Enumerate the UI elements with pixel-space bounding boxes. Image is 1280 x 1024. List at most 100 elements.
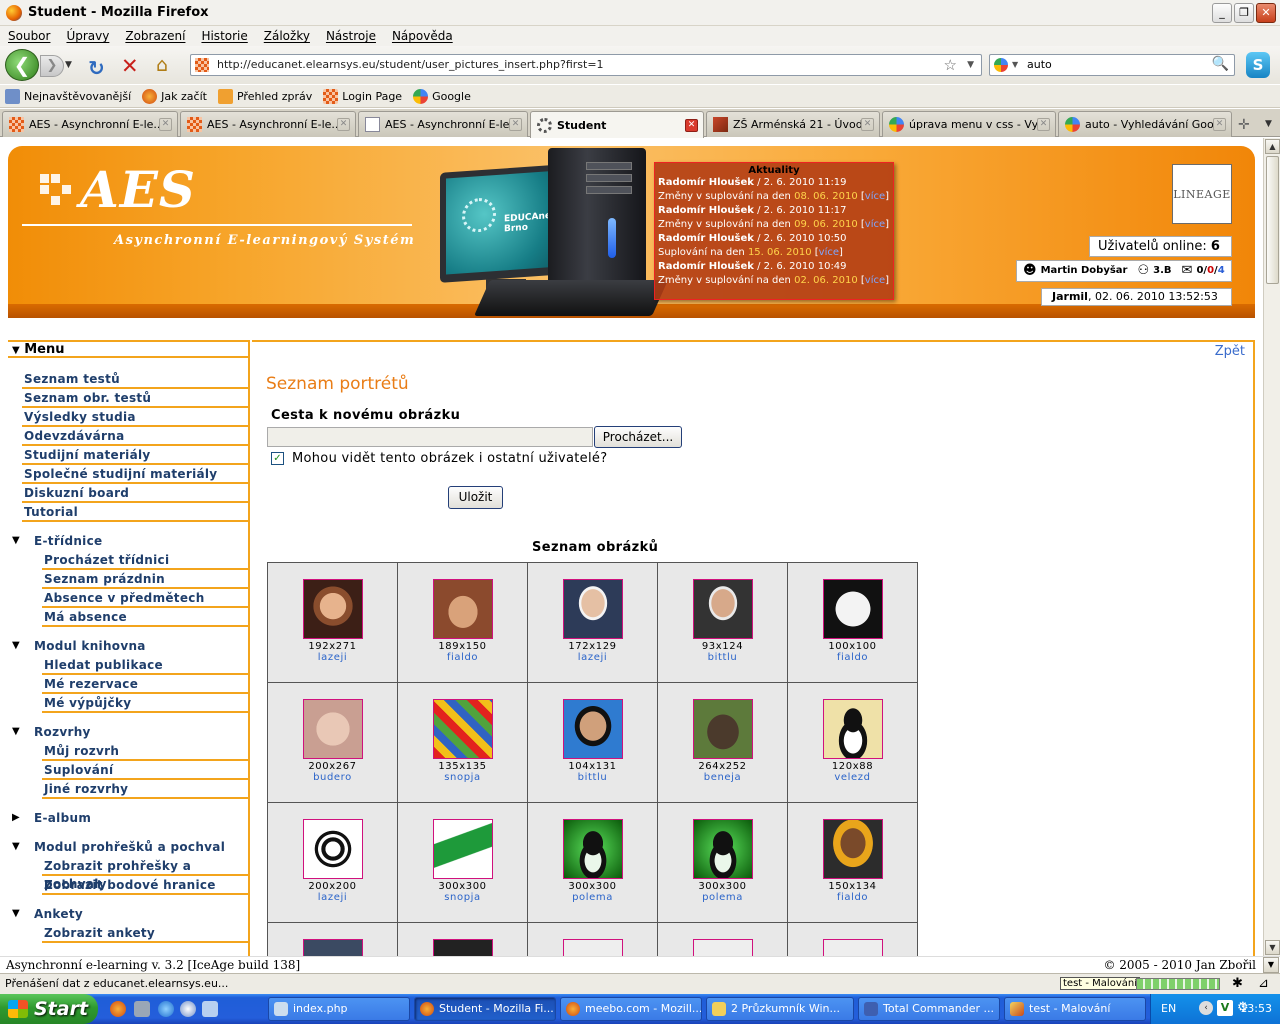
menu-group-modul-knihovna[interactable]: ▼ Modul knihovna [8, 637, 250, 656]
menu-zobrazeni[interactable]: Zobrazení [117, 29, 193, 43]
menu-group-e-album[interactable]: ▶ E-album [8, 809, 250, 828]
expand-triangle-icon[interactable]: ▼ [12, 532, 20, 550]
menu-item-jine-rozvrhy[interactable]: Jiné rozvrhy [42, 780, 250, 799]
menu-item-vysledky-studia[interactable]: Výsledky studia [22, 408, 250, 427]
task-paint[interactable]: test - Malování [1004, 997, 1146, 1021]
portrait-thumbnail[interactable] [822, 819, 883, 879]
expand-triangle-icon[interactable]: ▼ [12, 637, 20, 655]
task-explorer-group[interactable]: 2 Průzkumník Win... [706, 997, 854, 1021]
image-owner-link[interactable]: budero [268, 772, 397, 783]
image-owner-link[interactable]: snopja [398, 892, 527, 903]
image-owner-link[interactable]: fialdo [398, 652, 527, 663]
menu-nastroje[interactable]: Nástroje [318, 29, 384, 43]
image-owner-link[interactable]: polema [658, 892, 787, 903]
portrait-thumbnail[interactable] [822, 699, 883, 759]
url-dropdown-icon[interactable]: ▼ [967, 60, 974, 70]
clock[interactable]: 13:53 [1240, 1002, 1272, 1015]
portrait-thumbnail[interactable] [562, 819, 623, 879]
image-owner-link[interactable]: lazeji [268, 892, 397, 903]
tab-aes-2[interactable]: AES - Asynchronní E-le... ✕ [180, 111, 356, 137]
portrait-thumbnail[interactable] [302, 819, 363, 879]
tab-close-icon[interactable]: ✕ [509, 118, 522, 131]
resize-grip-icon[interactable]: ⊿ [1258, 976, 1269, 991]
image-owner-link[interactable]: snopja [398, 772, 527, 783]
tab-close-icon[interactable]: ✕ [159, 118, 172, 131]
url-bar[interactable]: http://educanet.elearnsys.eu/student/use… [190, 54, 982, 76]
language-indicator[interactable]: EN [1161, 1002, 1176, 1015]
vertical-scrollbar[interactable]: ▲ ▼ [1263, 138, 1280, 956]
quicklaunch-firefox-icon[interactable] [110, 1001, 126, 1017]
addon-icon[interactable]: ✱ [1232, 976, 1243, 991]
menu-item-muj-rozvrh[interactable]: Můj rozvrh [42, 742, 250, 761]
menu-group-rozvrhy[interactable]: ▼ Rozvrhy [8, 723, 250, 742]
menu-heading[interactable]: ▼ Menu [8, 340, 250, 358]
quicklaunch-ie-icon[interactable] [158, 1001, 174, 1017]
tab-uprava-menu[interactable]: úprava menu v css - Vy... ✕ [882, 111, 1056, 137]
maximize-button[interactable]: ❐ [1234, 3, 1254, 23]
portrait-thumbnail[interactable] [822, 939, 883, 956]
file-path-input[interactable] [267, 427, 593, 447]
message-counts[interactable]: 0/0/4 [1196, 261, 1224, 281]
image-owner-link[interactable]: beneja [658, 772, 787, 783]
news-more-link[interactable]: více [865, 275, 885, 286]
quicklaunch-media-icon[interactable] [180, 1001, 196, 1017]
tab-close-icon[interactable]: ✕ [1213, 118, 1226, 131]
start-button[interactable]: Start [0, 994, 98, 1024]
tab-zs-armenska[interactable]: ZŠ Arménská 21 - Úvod ✕ [706, 111, 880, 137]
menu-item-studijni-materialy[interactable]: Studijní materiály [22, 446, 250, 465]
scroll-up-icon[interactable]: ▲ [1265, 139, 1280, 154]
menu-napoveda[interactable]: Nápověda [384, 29, 461, 43]
menu-item-prochazet-tridnici[interactable]: Procházet třídnici [42, 551, 250, 570]
portrait-thumbnail[interactable] [692, 819, 753, 879]
minimize-button[interactable]: _ [1212, 3, 1232, 23]
expand-triangle-icon[interactable]: ▼ [12, 723, 20, 741]
image-owner-link[interactable]: bittlu [528, 772, 657, 783]
portrait-thumbnail[interactable] [562, 699, 623, 759]
menu-group-prohresky[interactable]: ▼ Modul prohřešků a pochval [8, 838, 250, 857]
tab-aes-3[interactable]: AES - Asynchronní E-le... ✕ [358, 111, 528, 137]
menu-item-zobrazit-ankety[interactable]: Zobrazit ankety [42, 924, 250, 943]
bookmark-google[interactable]: Google [413, 88, 471, 104]
tab-student[interactable]: Student ✕ [530, 111, 704, 138]
menu-item-me-rezervace[interactable]: Mé rezervace [42, 675, 250, 694]
portrait-thumbnail[interactable] [822, 579, 883, 639]
image-owner-link[interactable]: fialdo [788, 892, 917, 903]
scroll-corner-icon[interactable]: ▼ [1263, 957, 1279, 973]
portrait-thumbnail[interactable] [302, 939, 363, 956]
forward-button[interactable]: ❯ [40, 55, 64, 77]
portrait-thumbnail[interactable] [302, 579, 363, 639]
bookmark-most-visited[interactable]: Nejnavštěvovanější [5, 88, 131, 104]
history-dropdown-icon[interactable]: ▼ [65, 60, 72, 70]
menu-historie[interactable]: Historie [193, 29, 255, 43]
menu-item-zobrazit-prohresky[interactable]: Zobrazit prohřešky a pochvaly [42, 857, 250, 891]
tab-list-icon[interactable]: ▼ [1265, 119, 1272, 129]
stop-icon[interactable]: ✕ [121, 54, 139, 78]
menu-soubor[interactable]: Soubor [0, 29, 58, 43]
image-owner-link[interactable]: polema [528, 892, 657, 903]
tab-close-icon[interactable]: ✕ [337, 118, 350, 131]
portrait-thumbnail[interactable] [432, 579, 493, 639]
tab-close-icon[interactable]: ✕ [685, 118, 698, 132]
search-engine-dropdown-icon[interactable]: ▼ [1012, 60, 1018, 69]
portrait-thumbnail[interactable] [302, 699, 363, 759]
back-button[interactable]: ❮ [5, 49, 39, 81]
menu-item-absence-v-predmetech[interactable]: Absence v předmětech [42, 589, 250, 608]
url-text[interactable]: http://educanet.elearnsys.eu/student/use… [217, 58, 604, 71]
menu-item-me-vypujcky[interactable]: Mé výpůjčky [42, 694, 250, 713]
menu-upravy[interactable]: Úpravy [58, 29, 117, 43]
image-owner-link[interactable]: lazeji [528, 652, 657, 663]
new-tab-icon[interactable]: ✛ [1238, 117, 1250, 133]
search-input[interactable]: auto [1027, 58, 1052, 71]
image-owner-link[interactable]: lazeji [268, 652, 397, 663]
menu-item-bodove-hranice[interactable]: Zobrazit bodové hranice [42, 876, 250, 895]
google-icon[interactable] [994, 58, 1008, 72]
image-owner-link[interactable]: bittlu [658, 652, 787, 663]
portrait-thumbnail[interactable] [432, 699, 493, 759]
portrait-thumbnail[interactable] [692, 939, 753, 956]
news-more-link[interactable]: více [865, 191, 885, 202]
lineage-logo[interactable]: LINEAGE [1172, 164, 1232, 224]
save-button[interactable]: Uložit [448, 486, 503, 509]
scroll-thumb[interactable] [1266, 156, 1279, 284]
tab-close-icon[interactable]: ✕ [861, 118, 874, 131]
quicklaunch-desktop-icon[interactable] [202, 1001, 218, 1017]
